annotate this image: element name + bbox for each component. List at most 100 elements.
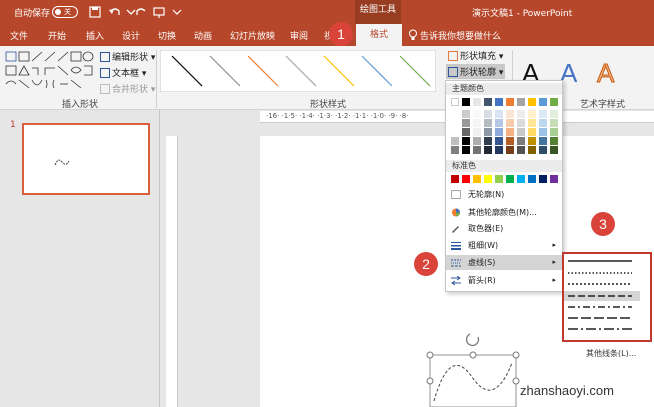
shape-styles-gallery[interactable] [160, 50, 436, 92]
theme-color-shade-swatch[interactable] [495, 110, 503, 118]
theme-color-shade-swatch[interactable] [451, 146, 459, 154]
slide-thumbnail[interactable] [22, 123, 150, 195]
theme-color-shade-swatch[interactable] [462, 119, 470, 127]
theme-color-shade-swatch[interactable] [528, 119, 536, 127]
theme-color-shade-swatch[interactable] [462, 110, 470, 118]
autosave-toggle[interactable]: 关 [52, 6, 78, 18]
theme-color-shade-swatch[interactable] [550, 110, 558, 118]
tab-insert[interactable]: 插入 [86, 29, 104, 42]
tell-me-input[interactable]: 告诉我你想要做什么 [420, 29, 501, 42]
theme-color-shade-swatch[interactable] [539, 137, 547, 145]
theme-color-shade-swatch[interactable] [462, 128, 470, 136]
theme-color-shade-swatch[interactable] [517, 146, 525, 154]
standard-color-swatch[interactable] [517, 175, 525, 183]
selected-curve-shape[interactable] [420, 325, 530, 407]
theme-color-shade-swatch[interactable] [473, 128, 481, 136]
theme-color-shade-swatch[interactable] [550, 119, 558, 127]
theme-color-shade-swatch[interactable] [517, 137, 525, 145]
theme-color-shade-swatch[interactable] [484, 119, 492, 127]
theme-color-shade-swatch[interactable] [506, 128, 514, 136]
weight-item[interactable]: 粗细(W) ▸ [446, 238, 562, 253]
dashes-item[interactable]: 虚线(S) ▸ [446, 255, 562, 270]
theme-color-shade-swatch[interactable] [539, 146, 547, 154]
theme-color-swatch[interactable] [473, 98, 481, 106]
theme-color-shade-swatch[interactable] [495, 146, 503, 154]
theme-color-shade-swatch[interactable] [473, 110, 481, 118]
theme-color-shade-swatch[interactable] [473, 146, 481, 154]
no-outline-item[interactable]: 无轮廓(N) [446, 187, 562, 202]
theme-color-shade-swatch[interactable] [517, 119, 525, 127]
undo-icon[interactable] [108, 5, 122, 19]
theme-color-shade-swatch[interactable] [451, 110, 459, 118]
theme-color-shade-swatch[interactable] [539, 119, 547, 127]
arrows-item[interactable]: 箭头(R) ▸ [446, 273, 562, 288]
standard-color-swatch[interactable] [462, 175, 470, 183]
present-from-start-icon[interactable] [152, 5, 166, 19]
standard-color-swatch[interactable] [506, 175, 514, 183]
theme-color-shade-swatch[interactable] [473, 119, 481, 127]
theme-color-shade-swatch[interactable] [506, 137, 514, 145]
standard-color-swatch[interactable] [473, 175, 481, 183]
tab-slideshow[interactable]: 幻灯片放映 [230, 29, 275, 42]
theme-color-shade-swatch[interactable] [528, 146, 536, 154]
theme-color-shade-swatch[interactable] [462, 137, 470, 145]
theme-color-shade-swatch[interactable] [506, 146, 514, 154]
theme-color-shade-swatch[interactable] [539, 110, 547, 118]
theme-color-shade-swatch[interactable] [451, 119, 459, 127]
standard-color-swatch[interactable] [451, 175, 459, 183]
shape-fill-button[interactable]: 形状填充 ▾ [448, 49, 503, 62]
theme-color-shade-swatch[interactable] [484, 146, 492, 154]
standard-color-swatch[interactable] [495, 175, 503, 183]
theme-color-shade-swatch[interactable] [528, 110, 536, 118]
merge-shapes-button[interactable]: 合并形状 ▾ [100, 82, 155, 95]
edit-shape-button[interactable]: 编辑形状 ▾ [100, 50, 155, 63]
standard-color-swatch[interactable] [550, 175, 558, 183]
theme-color-shade-swatch[interactable] [484, 110, 492, 118]
theme-color-shade-swatch[interactable] [462, 146, 470, 154]
theme-color-swatch[interactable] [462, 98, 470, 106]
theme-color-shade-swatch[interactable] [473, 137, 481, 145]
more-outline-colors-item[interactable]: 其他轮廓颜色(M)... [446, 205, 562, 220]
theme-color-shade-swatch[interactable] [451, 137, 459, 145]
standard-color-swatch[interactable] [528, 175, 536, 183]
theme-color-swatch[interactable] [517, 98, 525, 106]
theme-color-shade-swatch[interactable] [517, 128, 525, 136]
theme-color-swatch[interactable] [550, 98, 558, 106]
eyedropper-item[interactable]: 取色器(E) [446, 221, 562, 236]
theme-color-shade-swatch[interactable] [495, 128, 503, 136]
theme-color-shade-swatch[interactable] [550, 128, 558, 136]
theme-color-shade-swatch[interactable] [528, 128, 536, 136]
tab-design[interactable]: 设计 [122, 29, 140, 42]
theme-color-swatch[interactable] [528, 98, 536, 106]
shapes-gallery[interactable] [4, 50, 96, 94]
customize-toolbar-icon[interactable] [170, 5, 184, 19]
theme-color-shade-swatch[interactable] [506, 119, 514, 127]
theme-color-swatch[interactable] [506, 98, 514, 106]
theme-color-shade-swatch[interactable] [495, 137, 503, 145]
theme-color-shade-swatch[interactable] [451, 128, 459, 136]
tab-home[interactable]: 开始 [48, 29, 66, 42]
theme-color-shade-swatch[interactable] [550, 146, 558, 154]
theme-color-shade-swatch[interactable] [528, 137, 536, 145]
theme-color-shade-swatch[interactable] [550, 137, 558, 145]
theme-color-shade-swatch[interactable] [506, 110, 514, 118]
theme-color-shade-swatch[interactable] [517, 110, 525, 118]
theme-color-shade-swatch[interactable] [539, 128, 547, 136]
tab-format[interactable]: 格式 [356, 24, 402, 46]
theme-color-swatch[interactable] [539, 98, 547, 106]
standard-color-swatch[interactable] [484, 175, 492, 183]
theme-color-shade-swatch[interactable] [484, 137, 492, 145]
tab-animations[interactable]: 动画 [194, 29, 212, 42]
theme-color-swatch[interactable] [495, 98, 503, 106]
shape-outline-button[interactable]: 形状轮廓 ▾ [446, 64, 506, 79]
wordart-style-orange[interactable]: A [596, 58, 614, 89]
tab-transitions[interactable]: 切换 [158, 29, 176, 42]
tab-review[interactable]: 审阅 [290, 29, 308, 42]
save-icon[interactable] [88, 5, 102, 19]
tab-file[interactable]: 文件 [10, 29, 28, 42]
standard-color-swatch[interactable] [539, 175, 547, 183]
theme-color-swatch[interactable] [451, 98, 459, 106]
theme-color-shade-swatch[interactable] [484, 128, 492, 136]
redo-icon[interactable] [134, 5, 148, 19]
text-box-button[interactable]: 文本框 ▾ [100, 66, 146, 79]
